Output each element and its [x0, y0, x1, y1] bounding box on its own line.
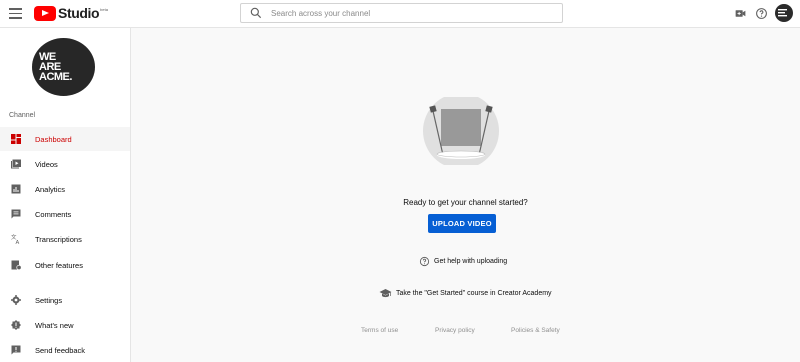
sidebar: WE ARE ACME. Channel Dashboard Videos An… — [0, 28, 131, 362]
help-icon[interactable] — [755, 7, 768, 20]
sidebar-item-label: Send feedback — [35, 345, 86, 355]
dashboard-icon — [11, 134, 21, 144]
help-icon — [419, 256, 430, 267]
sidebar-item-analytics[interactable]: Analytics — [0, 177, 130, 201]
help-uploading-link[interactable]: Get help with uploading — [419, 256, 507, 267]
sidebar-item-comments[interactable]: Comments — [0, 202, 130, 226]
sidebar-item-transcriptions[interactable]: 文 A Transcriptions — [0, 227, 130, 251]
sidebar-item-videos[interactable]: Videos — [0, 152, 130, 176]
svg-text:A: A — [16, 240, 20, 245]
sidebar-item-label: Other features — [35, 260, 83, 270]
channel-avatar-line: ACME. — [39, 71, 72, 83]
sidebar-item-send-feedback[interactable]: Send feedback — [0, 338, 130, 362]
sidebar-item-label: Videos — [35, 159, 58, 169]
sidebar-item-settings[interactable]: Settings — [0, 288, 130, 312]
other-features-icon — [11, 260, 22, 271]
account-avatar[interactable] — [775, 4, 793, 22]
settings-icon — [11, 295, 21, 305]
sidebar-item-label: Transcriptions — [35, 234, 82, 244]
analytics-icon — [11, 184, 21, 194]
sidebar-item-label: What's new — [35, 320, 74, 330]
videos-icon — [11, 159, 21, 169]
sidebar-item-dashboard[interactable]: Dashboard — [0, 127, 130, 151]
footer-privacy-link[interactable]: Privacy policy — [435, 327, 475, 334]
create-video-icon[interactable] — [734, 7, 747, 20]
sidebar-item-other-features[interactable]: Other features — [0, 253, 130, 277]
search-input[interactable] — [271, 8, 551, 18]
sidebar-item-label: Comments — [35, 209, 72, 219]
search-box[interactable] — [240, 3, 563, 23]
youtube-play-icon — [34, 5, 56, 21]
studio-logo[interactable]: Studio beta — [34, 5, 108, 21]
transcriptions-icon: 文 A — [11, 233, 20, 245]
top-bar: Studio beta — [0, 0, 800, 28]
menu-icon[interactable] — [9, 8, 22, 19]
search-icon[interactable] — [249, 6, 263, 20]
sidebar-item-label: Dashboard — [35, 134, 72, 144]
channel-section-label: Channel — [9, 112, 36, 119]
footer-policies-link[interactable]: Policies & Safety — [511, 327, 560, 334]
channel-avatar[interactable]: WE ARE ACME. — [32, 38, 95, 96]
comments-icon — [11, 209, 21, 219]
sidebar-item-whats-new[interactable]: What's new — [0, 313, 130, 337]
feedback-icon — [11, 345, 21, 355]
dashboard-main: Ready to get your channel started? UPLOA… — [131, 28, 800, 362]
logo-text: Studio — [58, 5, 100, 21]
sidebar-item-label: Settings — [35, 295, 63, 305]
ready-message: Ready to get your channel started? — [403, 198, 528, 207]
account-avatar-image — [778, 9, 787, 17]
whats-new-icon — [11, 320, 21, 330]
studio-stage-illustration — [423, 97, 499, 165]
graduation-cap-icon — [379, 289, 392, 298]
logo-badge: beta — [100, 7, 108, 12]
creator-academy-text: Take the "Get Started" course in Creator… — [396, 290, 552, 297]
upload-video-button[interactable]: UPLOAD VIDEO — [428, 214, 496, 233]
creator-academy-link[interactable]: Take the "Get Started" course in Creator… — [379, 288, 552, 299]
help-uploading-text: Get help with uploading — [434, 258, 508, 265]
footer-terms-link[interactable]: Terms of use — [361, 327, 398, 334]
sidebar-item-label: Analytics — [35, 184, 66, 194]
